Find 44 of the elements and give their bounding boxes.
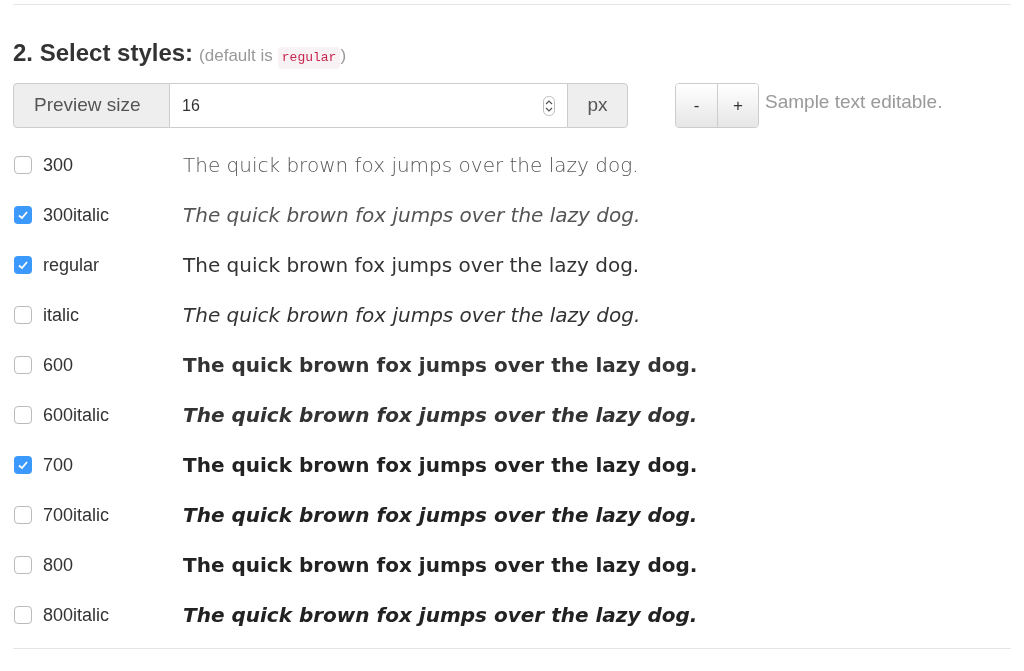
spinner-icon[interactable] [543, 95, 555, 116]
sample-text[interactable]: The quick brown fox jumps over the lazy dog. [183, 300, 641, 330]
style-label: italic [43, 303, 80, 327]
sample-text[interactable]: The quick brown fox jumps over the lazy dog. [183, 450, 698, 480]
sample-text[interactable]: The quick brown fox jumps over the lazy dog. [183, 550, 698, 580]
default-note-close: ) [340, 45, 347, 67]
style-checkbox[interactable] [14, 306, 32, 324]
style-checkbox[interactable] [14, 606, 32, 624]
style-checkbox[interactable] [14, 206, 32, 224]
px-unit-label: px [567, 83, 628, 128]
increase-size-button[interactable]: + [717, 84, 758, 127]
style-checkbox[interactable] [14, 256, 32, 274]
style-label: 600italic [43, 403, 111, 427]
style-label: regular [43, 253, 101, 277]
style-label: 800italic [43, 603, 111, 627]
sample-text-note: Sample text editable. [765, 90, 943, 115]
preview-size-input[interactable]: 16 [170, 83, 543, 128]
style-checkbox[interactable] [14, 506, 32, 524]
style-checkbox[interactable] [14, 556, 32, 574]
checkmark-icon [17, 259, 29, 271]
sample-text[interactable]: The quick brown fox jumps over the lazy dog. [183, 250, 640, 280]
default-note: (default is [199, 45, 273, 67]
sample-text[interactable]: The quick brown fox jumps over the lazy dog. [183, 150, 639, 180]
default-style-code: regular [277, 47, 341, 69]
style-checkbox[interactable] [14, 406, 32, 424]
style-checkbox[interactable] [14, 456, 32, 474]
sample-text[interactable]: The quick brown fox jumps over the lazy dog. [183, 500, 698, 530]
style-checkbox[interactable] [14, 356, 32, 374]
style-label: 800 [43, 553, 75, 577]
sample-text[interactable]: The quick brown fox jumps over the lazy dog. [183, 600, 698, 630]
style-label: 700 [43, 453, 75, 477]
section-heading: 2. Select styles: [13, 38, 194, 68]
style-label: 700italic [43, 503, 111, 527]
preview-size-label: Preview size [13, 83, 170, 128]
style-label: 300 [43, 153, 75, 177]
sample-text[interactable]: The quick brown fox jumps over the lazy dog. [183, 350, 698, 380]
checkmark-icon [17, 209, 29, 221]
style-checkbox[interactable] [14, 156, 32, 174]
style-label: 600 [43, 353, 75, 377]
sample-text[interactable]: The quick brown fox jumps over the lazy dog. [183, 200, 641, 230]
checkmark-icon [17, 459, 29, 471]
sample-text[interactable]: The quick brown fox jumps over the lazy dog. [183, 400, 698, 430]
decrease-size-button[interactable]: - [676, 84, 717, 127]
style-label: 300italic [43, 203, 111, 227]
